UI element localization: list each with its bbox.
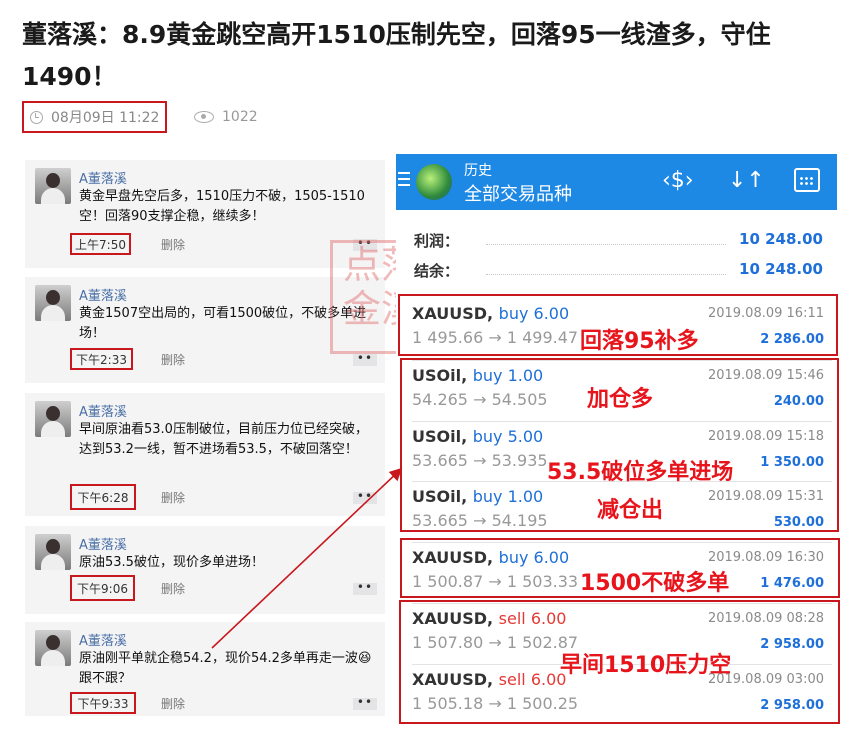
connector-arrow [211, 467, 403, 649]
